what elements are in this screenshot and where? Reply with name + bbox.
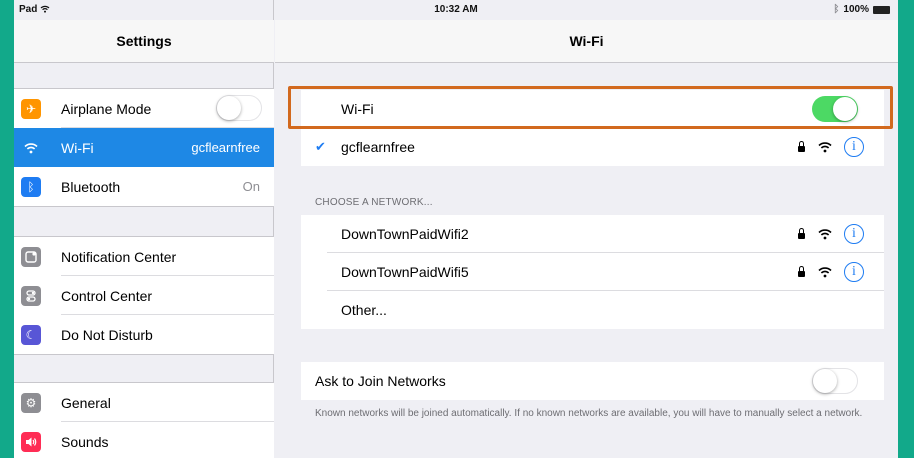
sidebar-group-system: Notification Center Control Center ☾ Do … xyxy=(14,236,274,355)
sidebar-header: Settings xyxy=(14,20,274,63)
sidebar-title: Settings xyxy=(116,33,172,49)
checkmark-icon: ✔ xyxy=(315,139,326,155)
main-header: Wi-Fi xyxy=(275,20,898,63)
ask-to-join-note: Known networks will be joined automatica… xyxy=(315,408,863,419)
network-name: DownTownPaidWifi5 xyxy=(341,264,469,280)
ipad-screen: Settings ✈ Airplane Mode Wi-Fi gcflearnf… xyxy=(14,0,898,458)
sidebar-item-general[interactable]: ⚙ General xyxy=(14,383,274,422)
wifi-toggle[interactable] xyxy=(812,96,858,122)
network-name: gcflearnfree xyxy=(341,139,415,155)
sidebar-group-general: ⚙ General Sounds xyxy=(14,382,274,458)
sidebar-item-airplane-mode[interactable]: ✈ Airplane Mode xyxy=(14,89,274,128)
sidebar-item-label: Do Not Disturb xyxy=(61,326,153,343)
lock-icon xyxy=(798,266,805,277)
wifi-signal-icon xyxy=(818,229,832,240)
clock: 10:32 AM xyxy=(434,4,478,15)
network-row[interactable]: DownTownPaidWifi5 i xyxy=(301,253,884,291)
sidebar-item-notification-center[interactable]: Notification Center xyxy=(14,237,274,276)
sidebar-item-label: General xyxy=(61,394,111,411)
ask-to-join-group: Ask to Join Networks xyxy=(301,362,884,400)
ask-to-join-label: Ask to Join Networks xyxy=(315,373,446,389)
bluetooth-status-icon: ᛒ xyxy=(833,4,840,15)
lock-icon xyxy=(798,228,805,239)
sidebar-item-value: On xyxy=(242,179,260,194)
info-icon[interactable]: i xyxy=(844,262,864,282)
sidebar-item-sounds[interactable]: Sounds xyxy=(14,422,274,458)
network-row[interactable]: DownTownPaidWifi2 i xyxy=(301,215,884,253)
info-icon[interactable]: i xyxy=(844,224,864,244)
sidebar-item-bluetooth[interactable]: ᛒ Bluetooth On xyxy=(14,167,274,206)
battery-icon xyxy=(873,5,890,14)
other-network-row[interactable]: Other... xyxy=(301,291,884,329)
airplane-mode-toggle[interactable] xyxy=(216,95,262,121)
available-networks-list: DownTownPaidWifi2 i DownTownPaidWifi5 i … xyxy=(301,215,884,329)
sidebar-item-do-not-disturb[interactable]: ☾ Do Not Disturb xyxy=(14,315,274,354)
settings-sidebar: Settings ✈ Airplane Mode Wi-Fi gcflearnf… xyxy=(14,0,274,458)
speaker-icon xyxy=(21,431,41,452)
notification-icon xyxy=(21,246,41,267)
battery-status: ᛒ 100% xyxy=(833,4,890,15)
sidebar-group-connectivity: ✈ Airplane Mode Wi-Fi gcflearnfree ᛒ Blu… xyxy=(14,88,274,207)
info-icon[interactable]: i xyxy=(844,137,864,157)
wifi-icon xyxy=(21,138,41,158)
sidebar-item-label: Notification Center xyxy=(61,248,177,265)
ask-to-join-row: Ask to Join Networks xyxy=(301,362,884,400)
ask-to-join-toggle[interactable] xyxy=(812,368,858,394)
lock-icon xyxy=(798,141,805,152)
control-center-icon xyxy=(21,285,41,306)
bluetooth-icon: ᛒ xyxy=(21,176,41,197)
wifi-signal-icon xyxy=(818,267,832,278)
sidebar-item-value: gcflearnfree xyxy=(191,140,260,155)
sidebar-item-control-center[interactable]: Control Center xyxy=(14,276,274,315)
wifi-detail-pane: Wi-Fi Wi-Fi ✔ gcflearnfree i CHOOSE A NE… xyxy=(275,0,898,458)
network-name: Other... xyxy=(341,302,387,318)
wifi-group: Wi-Fi ✔ gcflearnfree i xyxy=(301,90,884,166)
sidebar-item-label: Airplane Mode xyxy=(61,100,152,117)
wifi-toggle-row: Wi-Fi xyxy=(301,90,884,128)
moon-icon: ☾ xyxy=(21,324,41,345)
connected-network-row[interactable]: ✔ gcflearnfree i xyxy=(301,128,884,166)
sidebar-item-label: Sounds xyxy=(61,433,109,450)
wifi-signal-icon xyxy=(818,142,832,153)
network-name: DownTownPaidWifi2 xyxy=(341,226,469,242)
page-title: Wi-Fi xyxy=(569,33,604,49)
sidebar-item-label: Control Center xyxy=(61,287,153,304)
wifi-label: Wi-Fi xyxy=(341,101,374,117)
gear-icon: ⚙ xyxy=(21,392,41,413)
battery-percent: 100% xyxy=(843,4,869,15)
choose-network-label: CHOOSE A NETWORK... xyxy=(315,197,433,208)
sidebar-item-label: Bluetooth xyxy=(61,178,121,195)
airplane-icon: ✈ xyxy=(21,98,41,119)
sidebar-item-wifi[interactable]: Wi-Fi gcflearnfree xyxy=(14,128,274,167)
sidebar-item-label: Wi-Fi xyxy=(61,139,94,156)
status-bar: Pad 10:32 AM ᛒ 100% xyxy=(14,0,898,20)
